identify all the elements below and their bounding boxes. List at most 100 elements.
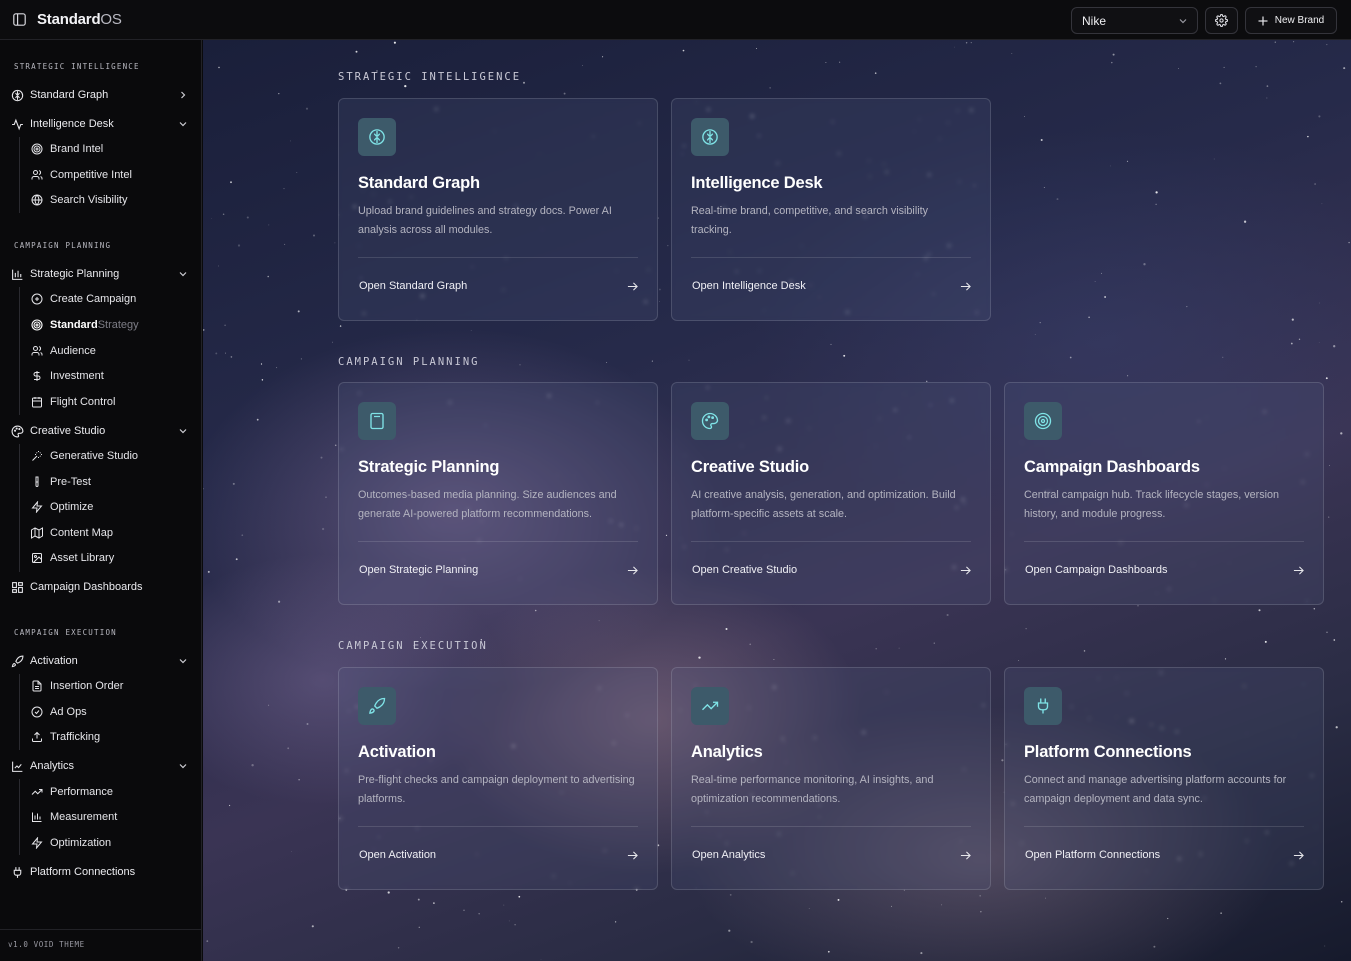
sidebar-item-investment[interactable]: Investment <box>30 365 190 387</box>
arrow-right-icon[interactable] <box>959 849 971 861</box>
sidebar-item-standard-graph[interactable]: Standard Graph <box>10 84 192 106</box>
sidebar-item-strategic-planning[interactable]: Strategic Planning <box>10 263 192 285</box>
sidebar-item-ad-ops[interactable]: Ad Ops <box>30 701 190 723</box>
star <box>682 49 685 52</box>
arrow-right-icon[interactable] <box>1292 564 1304 576</box>
star <box>518 895 521 898</box>
sidebar-item-flight-control[interactable]: Flight Control <box>30 391 190 413</box>
chevron-right-icon <box>176 88 190 102</box>
module-card-activation[interactable]: Activation Pre-flight checks and campaig… <box>338 667 658 890</box>
card-open-link[interactable]: Open Platform Connections <box>1025 849 1160 861</box>
module-card-campaign-dashboards[interactable]: Campaign Dashboards Central campaign hub… <box>1004 382 1324 605</box>
bar-chart-icon <box>10 267 24 281</box>
card-open-link[interactable]: Open Strategic Planning <box>359 564 478 576</box>
module-card-creative-studio[interactable]: Creative Studio AI creative analysis, ge… <box>671 382 991 605</box>
sidebar-item-platform-connections[interactable]: Platform Connections <box>10 861 192 883</box>
sidebar-item-brand-intel[interactable]: Brand Intel <box>30 138 190 160</box>
module-card-analytics[interactable]: Analytics Real-time performance monitori… <box>671 667 991 890</box>
arrow-right-icon[interactable] <box>1292 849 1304 861</box>
card-description: AI creative analysis, generation, and op… <box>691 489 956 520</box>
arrow-right-icon[interactable] <box>959 280 971 292</box>
module-card-standard-graph[interactable]: Standard Graph Upload brand guidelines a… <box>338 98 658 321</box>
star <box>965 42 968 44</box>
sidebar-subnav-rail <box>19 779 20 855</box>
sidebar-item-label: Optimization <box>50 837 112 849</box>
magic-wand-icon <box>30 450 43 463</box>
arrow-right-icon[interactable] <box>626 564 638 576</box>
sidebar-item-insertion-order[interactable]: Insertion Order <box>30 675 190 697</box>
arrow-right-icon[interactable] <box>626 280 638 292</box>
sidebar-item-analytics[interactable]: Analytics <box>10 755 192 777</box>
arrow-right-icon[interactable] <box>626 849 638 861</box>
star <box>1307 135 1309 138</box>
sidebar-item-content-map[interactable]: Content Map <box>30 522 190 544</box>
new-brand-button[interactable]: New Brand <box>1245 7 1337 34</box>
star <box>725 628 728 630</box>
chevron-down-icon <box>176 424 190 438</box>
star <box>207 570 210 573</box>
sidebar-item-performance[interactable]: Performance <box>30 781 190 803</box>
brand-select[interactable]: Nike <box>1071 7 1198 34</box>
globe-icon <box>30 194 43 207</box>
card-open-link[interactable]: Open Campaign Dashboards <box>1025 564 1167 576</box>
sidebar-item-create-campaign[interactable]: Create Campaign <box>30 288 190 310</box>
sidebar-item-competitive-intel[interactable]: Competitive Intel <box>30 164 190 186</box>
card-title: Campaign Dashboards <box>1024 458 1200 476</box>
star <box>1325 377 1328 380</box>
star <box>953 46 955 48</box>
sidebar-item-label: Create Campaign <box>50 293 137 305</box>
star <box>898 647 900 649</box>
sidebar-item-activation[interactable]: Activation <box>10 650 192 672</box>
sidebar-item-standard-strategy[interactable]: Standard Strategy <box>30 314 190 336</box>
star <box>291 851 292 852</box>
sidebar-item-label: Activation <box>30 655 78 667</box>
module-card-strategic-planning[interactable]: Strategic Planning Outcomes-based media … <box>338 382 658 605</box>
star <box>276 367 278 369</box>
sidebar-item-asset-library[interactable]: Asset Library <box>30 547 190 569</box>
sidebar-item-intelligence-desk[interactable]: Intelligence Desk <box>10 113 192 135</box>
star <box>874 72 877 74</box>
trending-up-icon <box>691 687 729 725</box>
sidebar-item-creative-studio[interactable]: Creative Studio <box>10 420 192 442</box>
card-open-link[interactable]: Open Activation <box>359 849 436 861</box>
sidebar-item-audience[interactable]: Audience <box>30 340 190 362</box>
star <box>946 613 949 617</box>
sidebar-item-label: Platform Connections <box>30 866 136 878</box>
card-open-link[interactable]: Open Standard Graph <box>359 280 467 292</box>
star <box>397 947 400 949</box>
sidebar-item-label: Ad Ops <box>50 706 87 718</box>
star <box>203 328 205 331</box>
star <box>1127 375 1129 377</box>
sidebar-item-label: Standard Graph <box>30 89 109 101</box>
module-card-intelligence-desk[interactable]: Intelligence Desk Real-time brand, compe… <box>671 98 991 321</box>
section-title-campaign-execution: CAMPAIGN EXECUTION <box>14 628 117 637</box>
star <box>843 354 846 357</box>
plus-icon <box>1258 16 1268 25</box>
calculator-icon <box>358 402 396 440</box>
sidebar-item-search-visibility[interactable]: Search Visibility <box>30 189 190 211</box>
sidebar-item-trafficking[interactable]: Trafficking <box>30 726 190 748</box>
sidebar-item-pre-test[interactable]: Pre-Test <box>30 471 190 493</box>
star <box>1088 316 1090 319</box>
card-open-link[interactable]: Open Creative Studio <box>692 564 797 576</box>
sidebar-item-generative-studio[interactable]: Generative Studio <box>30 445 190 467</box>
star <box>1326 631 1328 634</box>
sidebar-item-campaign-dashboards[interactable]: Campaign Dashboards <box>10 576 192 598</box>
star <box>230 181 232 184</box>
sidebar-item-measurement[interactable]: Measurement <box>30 806 190 828</box>
settings-button[interactable] <box>1205 7 1238 34</box>
star <box>1333 345 1336 348</box>
sidebar-item-optimize[interactable]: Optimize <box>30 496 190 518</box>
star <box>688 359 690 361</box>
star <box>417 898 420 901</box>
module-card-platform-connections[interactable]: Platform Connections Connect and manage … <box>1004 667 1324 890</box>
star <box>339 325 342 327</box>
sidebar-item-optimization[interactable]: Optimization <box>30 832 190 854</box>
star <box>933 642 935 644</box>
card-title: Platform Connections <box>1024 743 1192 761</box>
sidebar-toggle-icon[interactable] <box>11 12 27 28</box>
card-open-link[interactable]: Open Intelligence Desk <box>692 280 806 292</box>
test-tube-icon <box>30 476 43 489</box>
arrow-right-icon[interactable] <box>959 564 971 576</box>
card-open-link[interactable]: Open Analytics <box>692 849 765 861</box>
